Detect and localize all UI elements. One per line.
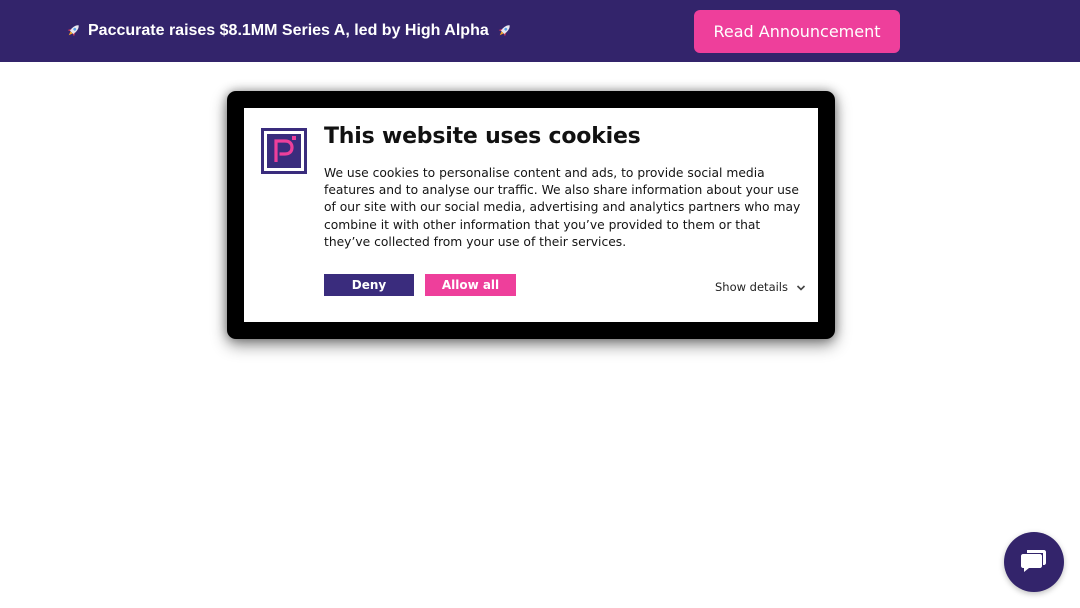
allow-all-button[interactable]: Allow all (425, 274, 516, 296)
chat-launcher-button[interactable] (1004, 532, 1064, 592)
cookie-consent-panel: This website uses cookies We use cookies… (244, 108, 818, 322)
chevron-down-icon (796, 282, 806, 292)
rocket-icon (495, 22, 513, 40)
announcement-bar: Paccurate raises $8.1MM Series A, led by… (0, 0, 1080, 62)
chat-bubble-icon (1018, 544, 1050, 581)
announcement-text: Paccurate raises $8.1MM Series A, led by… (88, 22, 489, 39)
rocket-icon (64, 22, 82, 40)
cookie-dialog-title: This website uses cookies (324, 124, 641, 149)
announcement-message: Paccurate raises $8.1MM Series A, led by… (64, 20, 513, 42)
cookie-dialog-body: We use cookies to personalise content an… (324, 166, 801, 249)
read-announcement-button[interactable]: Read Announcement (694, 10, 900, 53)
paccurate-logo (261, 128, 307, 174)
cookie-consent-dialog: This website uses cookies We use cookies… (227, 91, 835, 339)
show-details-label: Show details (715, 280, 788, 294)
deny-button[interactable]: Deny (324, 274, 414, 296)
show-details-toggle[interactable]: Show details (715, 280, 806, 294)
